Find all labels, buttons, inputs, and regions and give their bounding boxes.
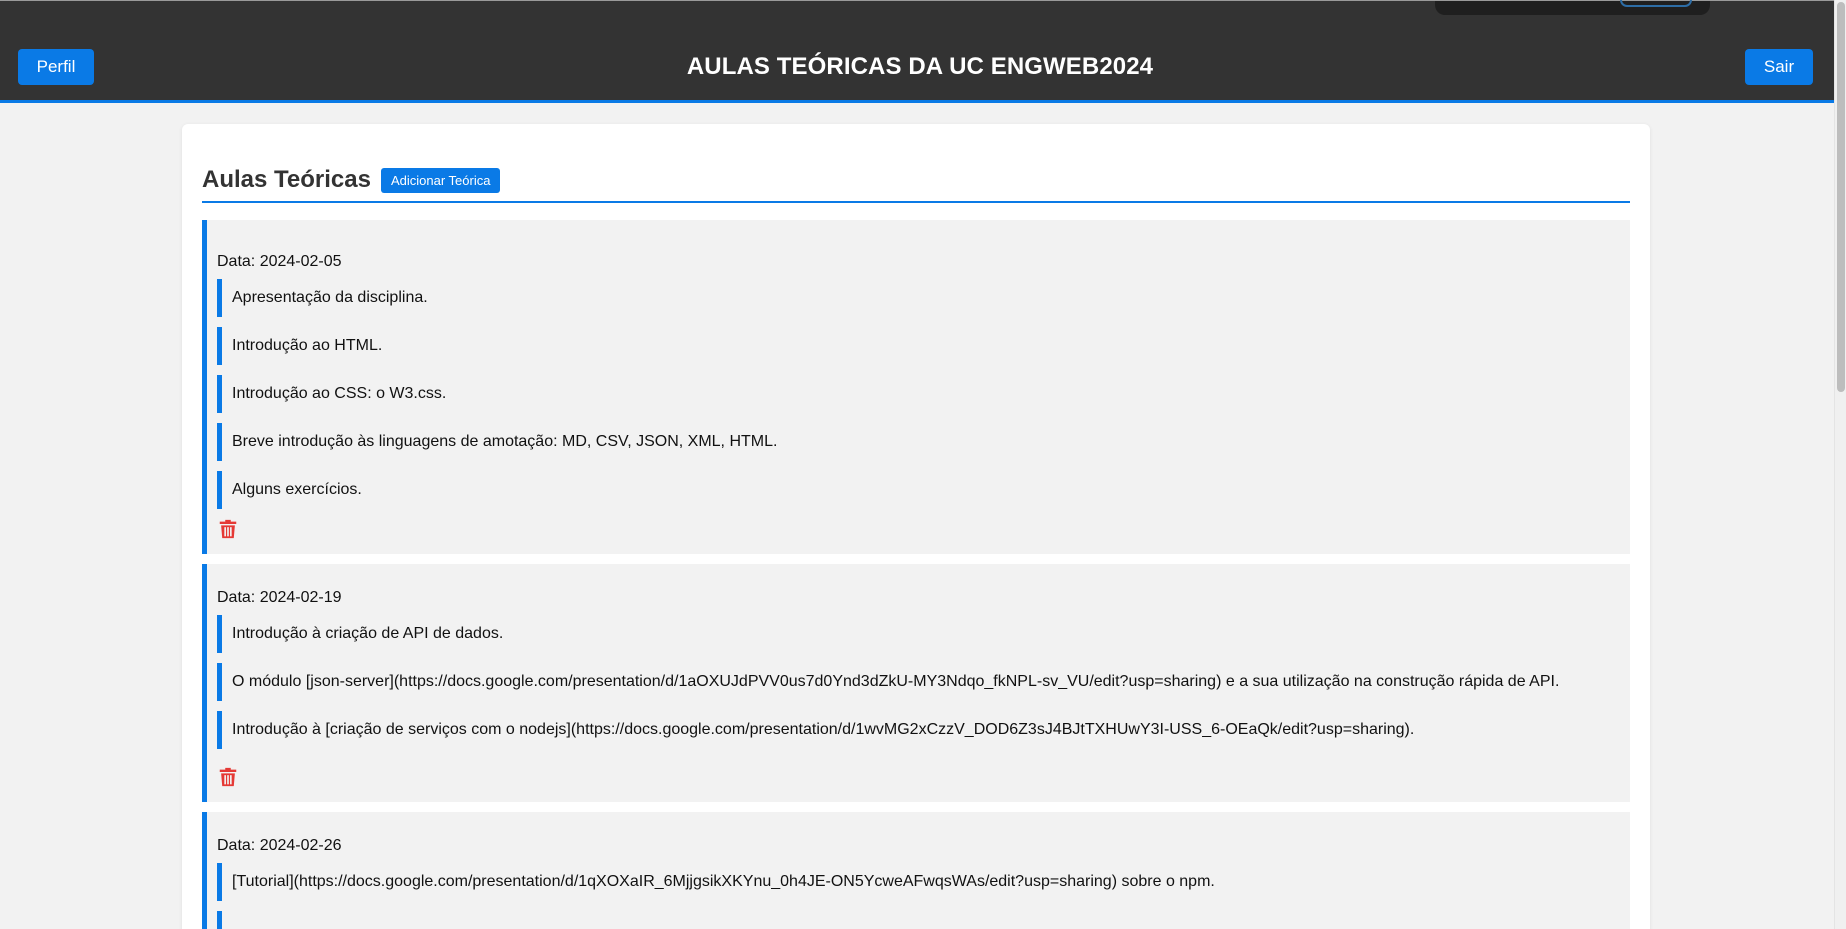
aula-date: Data: 2024-02-26 xyxy=(217,837,342,854)
aula-topic: Apresentação da disciplina. xyxy=(217,279,428,317)
aula-topic: Introdução à [criação de serviços com o … xyxy=(217,711,1414,749)
aula-topic: Alguns exercícios. xyxy=(217,471,362,509)
main-card: Aulas Teóricas Adicionar Teórica Data: 2… xyxy=(182,124,1650,929)
page-title: AULAS TEÓRICAS DA UC ENGWEB2024 xyxy=(686,53,1154,80)
add-teorica-button[interactable]: Adicionar Teórica xyxy=(380,168,501,193)
aula-card: Data: 2024-02-19 Introdução à criação de… xyxy=(202,564,1630,802)
aula-topic xyxy=(217,911,232,929)
page-scrollbar[interactable] xyxy=(1834,0,1846,929)
top-header: Perfil AULAS TEÓRICAS DA UC ENGWEB2024 S… xyxy=(0,0,1834,103)
aula-card: Data: 2024-02-26 [Tutorial](https://docs… xyxy=(202,812,1630,929)
extension-popup xyxy=(1435,0,1710,15)
aula-topic: Breve introdução às linguagens de amotaç… xyxy=(217,423,777,461)
aula-topic: O módulo [json-server](https://docs.goog… xyxy=(217,663,1559,701)
aula-card: Data: 2024-02-05 Apresentação da discipl… xyxy=(202,220,1630,554)
trash-icon[interactable] xyxy=(217,518,239,540)
aula-date: Data: 2024-02-05 xyxy=(217,253,342,270)
section-header: Aulas Teóricas Adicionar Teórica xyxy=(202,165,1630,203)
aula-topic: Introdução à criação de API de dados. xyxy=(217,615,503,653)
section-title: Aulas Teóricas xyxy=(202,166,371,193)
aula-topic: Introdução ao CSS: o W3.css. xyxy=(217,375,446,413)
scrollbar-thumb[interactable] xyxy=(1837,2,1845,392)
aula-date: Data: 2024-02-19 xyxy=(217,589,342,606)
trash-icon[interactable] xyxy=(217,766,239,788)
aula-topic: Introdução ao HTML. xyxy=(217,327,382,365)
extension-popup-pill xyxy=(1620,0,1692,7)
sair-button[interactable]: Sair xyxy=(1745,49,1813,85)
aula-topic: [Tutorial](https://docs.google.com/prese… xyxy=(217,863,1215,901)
viewport: Perfil AULAS TEÓRICAS DA UC ENGWEB2024 S… xyxy=(0,0,1846,929)
